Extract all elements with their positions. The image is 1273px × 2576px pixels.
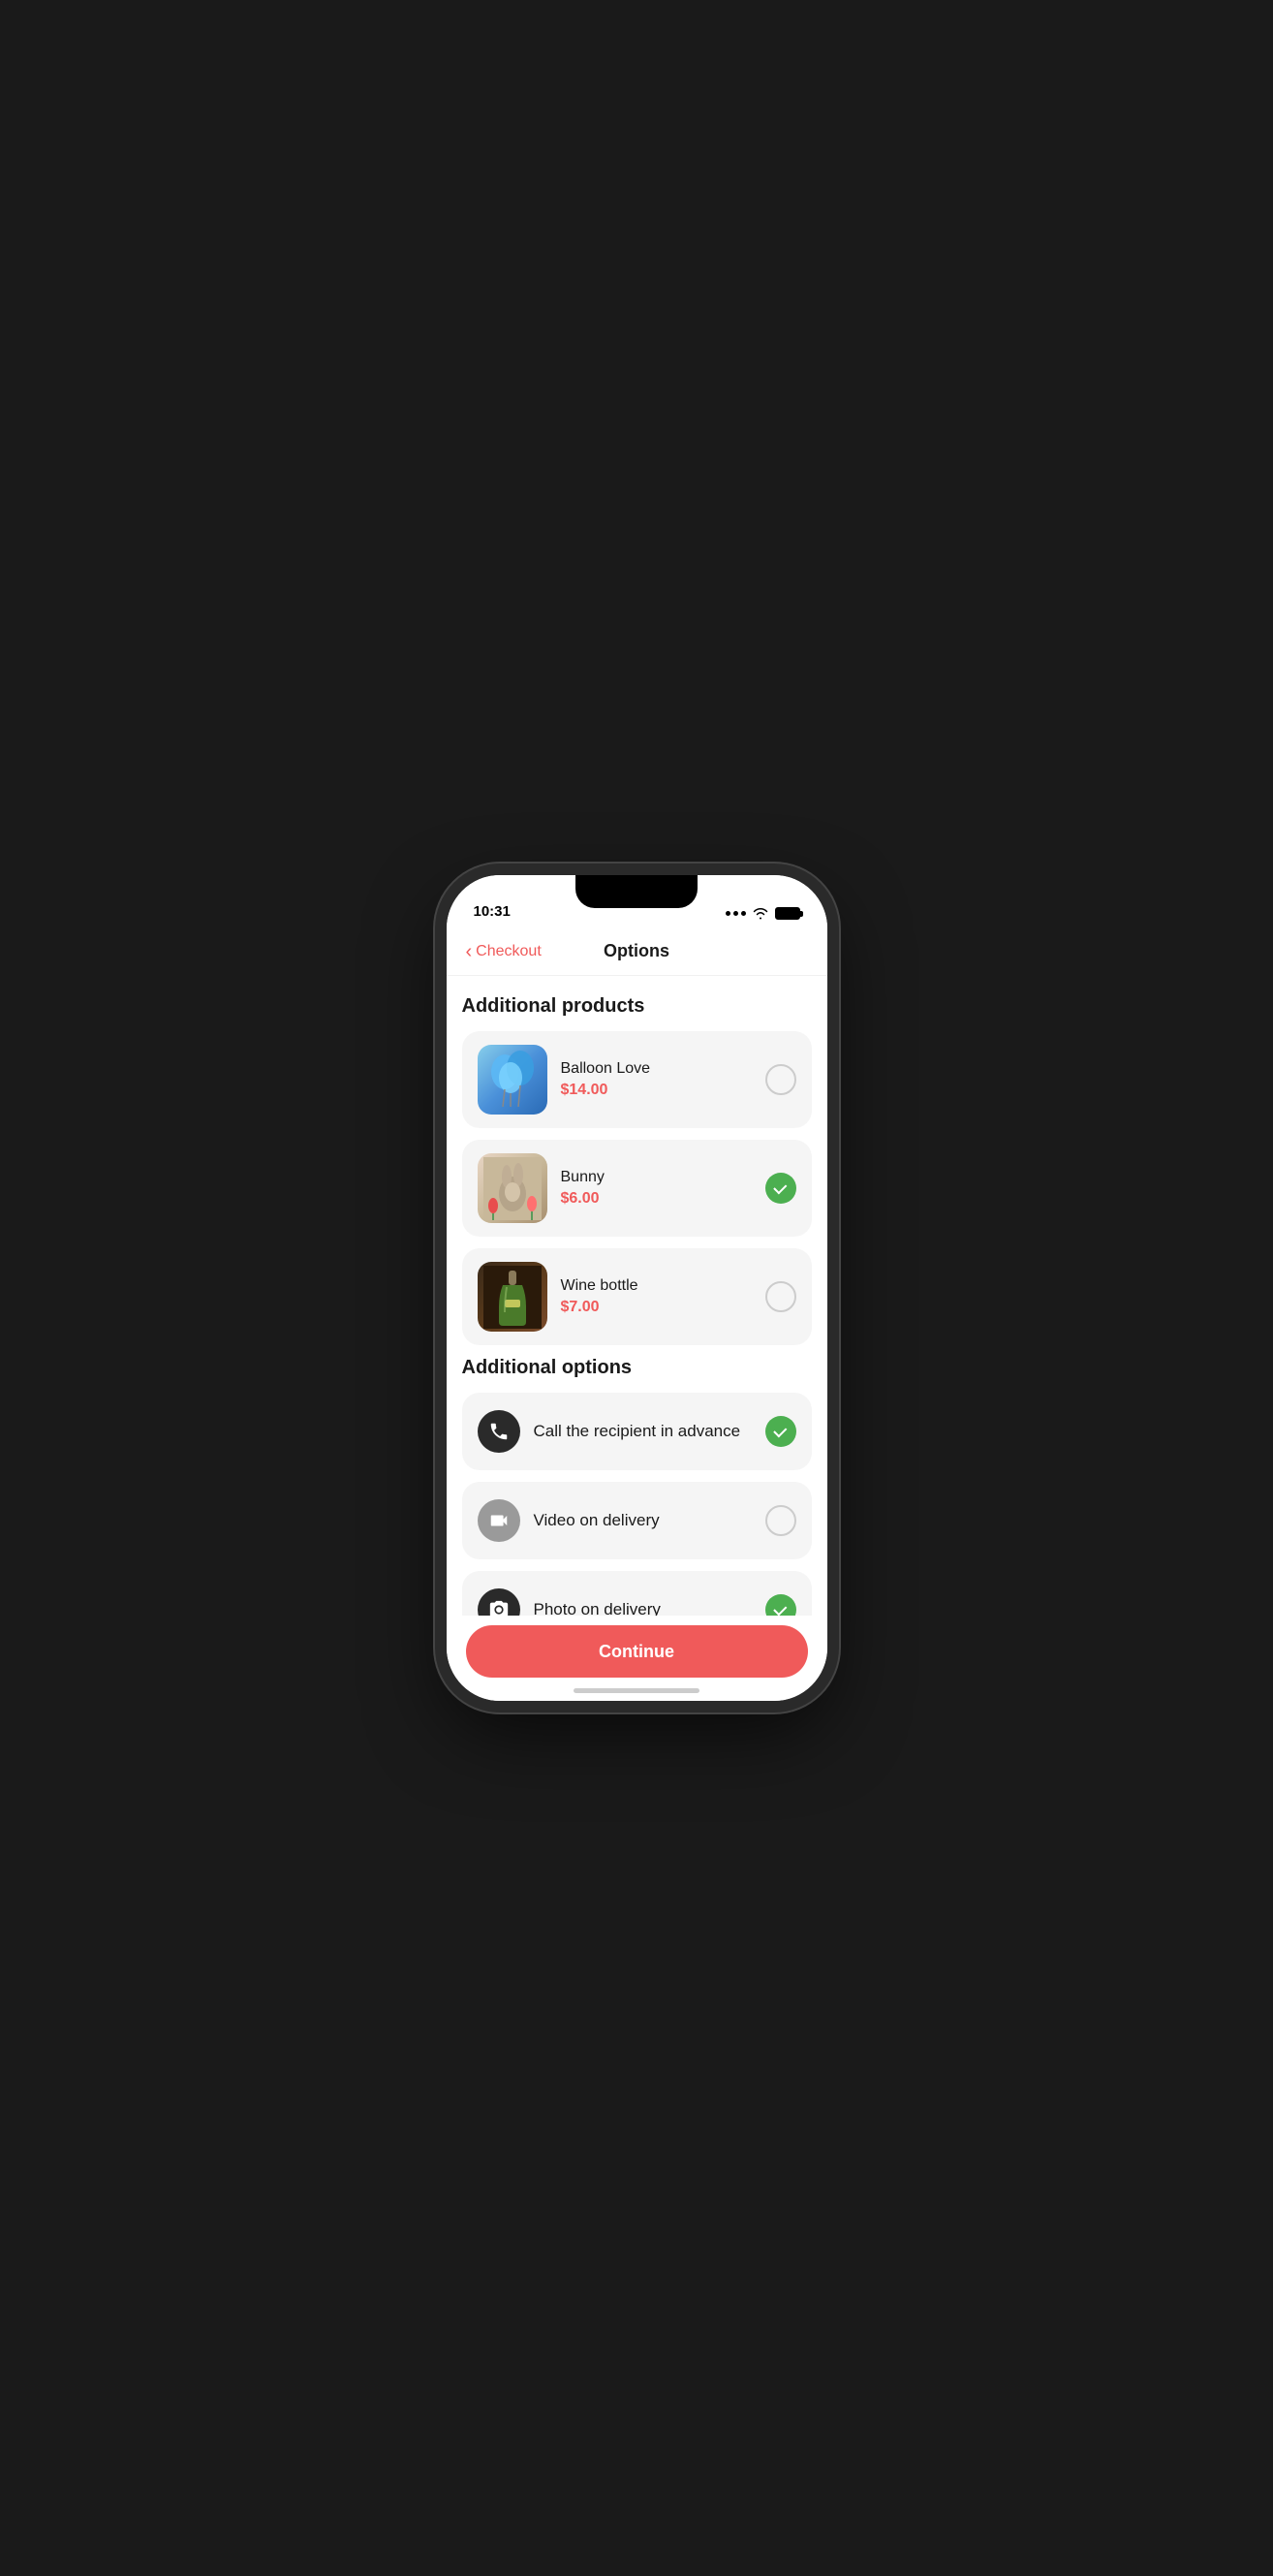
call-checkbox[interactable] (765, 1416, 796, 1447)
call-label: Call the recipient in advance (534, 1422, 752, 1441)
bunny-name: Bunny (561, 1169, 752, 1186)
page-title: Options (604, 941, 669, 961)
wine-name: Wine bottle (561, 1277, 752, 1295)
balloon-price: $14.00 (561, 1082, 752, 1099)
additional-products-title: Additional products (462, 995, 812, 1018)
video-label: Video on delivery (534, 1511, 752, 1530)
back-button[interactable]: ‹ Checkout (466, 942, 542, 961)
wine-info: Wine bottle $7.00 (561, 1277, 752, 1316)
bunny-info: Bunny $6.00 (561, 1169, 752, 1208)
option-video: Video on delivery (462, 1482, 812, 1559)
continue-button[interactable]: Continue (466, 1625, 808, 1678)
video-icon (478, 1499, 520, 1542)
additional-options-section: Additional options Call the recipient in… (462, 1357, 812, 1631)
product-card-balloon: Balloon Love $14.00 (462, 1031, 812, 1128)
bunny-image (478, 1153, 547, 1223)
wifi-icon (752, 907, 769, 920)
call-icon (478, 1410, 520, 1453)
balloon-image (478, 1045, 547, 1115)
notch (575, 875, 698, 908)
wine-price: $7.00 (561, 1299, 752, 1316)
status-bar: 10:31 (447, 875, 827, 927)
nav-bar: ‹ Checkout Options (447, 927, 827, 976)
balloon-info: Balloon Love $14.00 (561, 1060, 752, 1099)
status-time: 10:31 (474, 903, 511, 920)
product-card-bunny: Bunny $6.00 (462, 1140, 812, 1237)
bunny-price: $6.00 (561, 1190, 752, 1208)
bunny-checkbox[interactable] (765, 1173, 796, 1204)
balloon-checkbox[interactable] (765, 1064, 796, 1095)
signal-icon (726, 911, 746, 916)
balloon-name: Balloon Love (561, 1060, 752, 1078)
phone-frame: 10:31 ‹ Checkout Options Additional prod… (447, 875, 827, 1701)
wine-checkbox[interactable] (765, 1281, 796, 1312)
chevron-left-icon: ‹ (466, 942, 473, 961)
option-call: Call the recipient in advance (462, 1393, 812, 1470)
back-label: Checkout (476, 943, 542, 960)
battery-icon (775, 907, 800, 920)
product-card-wine: Wine bottle $7.00 (462, 1248, 812, 1345)
bottom-bar: Continue (447, 1616, 827, 1701)
status-icons (726, 907, 800, 920)
additional-options-title: Additional options (462, 1357, 812, 1379)
scroll-content: Additional products Balloon Love $14.00 (447, 976, 827, 1631)
video-checkbox[interactable] (765, 1505, 796, 1536)
wine-image (478, 1262, 547, 1332)
home-indicator (574, 1688, 699, 1693)
